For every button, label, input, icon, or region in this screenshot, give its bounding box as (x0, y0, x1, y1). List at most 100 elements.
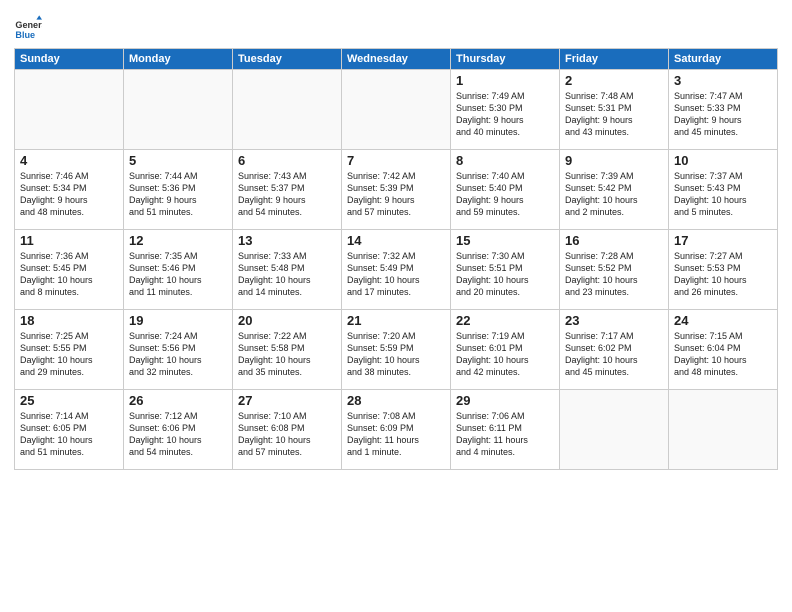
day-number: 13 (238, 233, 336, 248)
calendar-table: SundayMondayTuesdayWednesdayThursdayFrid… (14, 48, 778, 470)
day-number: 23 (565, 313, 663, 328)
calendar-cell: 10Sunrise: 7:37 AM Sunset: 5:43 PM Dayli… (669, 150, 778, 230)
calendar-cell: 29 Sunrise: 7:06 AM Sunset: 6:11 PM Dayli… (451, 390, 560, 470)
day-info: Sunrise: 7:42 AM Sunset: 5:39 PM Dayligh… (347, 170, 445, 219)
calendar-cell: 23 Sunrise: 7:17 AM Sunset: 6:02 PM Dayli… (560, 310, 669, 390)
calendar-cell: 18 Sunrise: 7:25 AM Sunset: 5:55 PM Dayli… (15, 310, 124, 390)
calendar-cell: 13 Sunrise: 7:33 AM Sunset: 5:48 PM Dayli… (233, 230, 342, 310)
day-info: Sunrise: 7:28 AM Sunset: 5:52 PM Dayligh… (565, 250, 663, 299)
day-info: Sunrise: 7:35 AM Sunset: 5:46 PM Dayligh… (129, 250, 227, 299)
logo-icon: General Blue (14, 14, 42, 42)
day-info: Sunrise: 7:33 AM Sunset: 5:48 PM Dayligh… (238, 250, 336, 299)
calendar-week-row: 4Sunrise: 7:46 AM Sunset: 5:34 PM Daylig… (15, 150, 778, 230)
calendar-cell: 26 Sunrise: 7:12 AM Sunset: 6:06 PM Dayli… (124, 390, 233, 470)
day-number: 4 (20, 153, 118, 168)
weekday-header: Tuesday (233, 49, 342, 70)
calendar-cell: 16 Sunrise: 7:28 AM Sunset: 5:52 PM Dayli… (560, 230, 669, 310)
day-info: Sunrise: 7:08 AM Sunset: 6:09 PM Dayligh… (347, 410, 445, 459)
day-info: Sunrise: 7:47 AM Sunset: 5:33 PM Dayligh… (674, 90, 772, 139)
calendar-cell: 6 Sunrise: 7:43 AM Sunset: 5:37 PM Daylig… (233, 150, 342, 230)
day-number: 12 (129, 233, 227, 248)
day-number: 26 (129, 393, 227, 408)
day-number: 6 (238, 153, 336, 168)
weekday-header: Friday (560, 49, 669, 70)
day-number: 28 (347, 393, 445, 408)
day-info: Sunrise: 7:15 AM Sunset: 6:04 PM Dayligh… (674, 330, 772, 379)
calendar-cell: 17 Sunrise: 7:27 AM Sunset: 5:53 PM Dayli… (669, 230, 778, 310)
day-info: Sunrise: 7:48 AM Sunset: 5:31 PM Dayligh… (565, 90, 663, 139)
weekday-header: Wednesday (342, 49, 451, 70)
calendar-week-row: 18 Sunrise: 7:25 AM Sunset: 5:55 PM Dayli… (15, 310, 778, 390)
day-info: Sunrise: 7:40 AM Sunset: 5:40 PM Dayligh… (456, 170, 554, 219)
day-number: 8 (456, 153, 554, 168)
day-info: Sunrise: 7:19 AM Sunset: 6:01 PM Dayligh… (456, 330, 554, 379)
calendar-week-row: 11 Sunrise: 7:36 AM Sunset: 5:45 PM Dayli… (15, 230, 778, 310)
calendar-cell: 1 Sunrise: 7:49 AM Sunset: 5:30 PM Daylig… (451, 70, 560, 150)
day-number: 19 (129, 313, 227, 328)
calendar-cell: 21 Sunrise: 7:20 AM Sunset: 5:59 PM Dayli… (342, 310, 451, 390)
day-info: Sunrise: 7:06 AM Sunset: 6:11 PM Dayligh… (456, 410, 554, 459)
calendar-cell: 20Sunrise: 7:22 AM Sunset: 5:58 PM Dayli… (233, 310, 342, 390)
day-number: 7 (347, 153, 445, 168)
day-info: Sunrise: 7:12 AM Sunset: 6:06 PM Dayligh… (129, 410, 227, 459)
calendar-week-row: 1 Sunrise: 7:49 AM Sunset: 5:30 PM Daylig… (15, 70, 778, 150)
day-number: 20 (238, 313, 336, 328)
day-number: 15 (456, 233, 554, 248)
calendar-cell (669, 390, 778, 470)
svg-text:General: General (15, 20, 42, 30)
day-info: Sunrise: 7:43 AM Sunset: 5:37 PM Dayligh… (238, 170, 336, 219)
svg-text:Blue: Blue (15, 30, 35, 40)
day-info: Sunrise: 7:39 AM Sunset: 5:42 PM Dayligh… (565, 170, 663, 219)
day-info: Sunrise: 7:37 AM Sunset: 5:43 PM Dayligh… (674, 170, 772, 219)
calendar-cell: 12 Sunrise: 7:35 AM Sunset: 5:46 PM Dayli… (124, 230, 233, 310)
day-number: 16 (565, 233, 663, 248)
day-info: Sunrise: 7:27 AM Sunset: 5:53 PM Dayligh… (674, 250, 772, 299)
calendar-cell: 11 Sunrise: 7:36 AM Sunset: 5:45 PM Dayli… (15, 230, 124, 310)
day-number: 21 (347, 313, 445, 328)
calendar-cell: 3 Sunrise: 7:47 AM Sunset: 5:33 PM Daylig… (669, 70, 778, 150)
day-number: 18 (20, 313, 118, 328)
day-number: 2 (565, 73, 663, 88)
day-info: Sunrise: 7:32 AM Sunset: 5:49 PM Dayligh… (347, 250, 445, 299)
day-info: Sunrise: 7:20 AM Sunset: 5:59 PM Dayligh… (347, 330, 445, 379)
page: General Blue SundayMondayTuesdayWednesda… (0, 0, 792, 612)
day-number: 17 (674, 233, 772, 248)
calendar-header-row: SundayMondayTuesdayWednesdayThursdayFrid… (15, 49, 778, 70)
calendar-cell (124, 70, 233, 150)
logo: General Blue (14, 14, 46, 42)
calendar-cell: 15Sunrise: 7:30 AM Sunset: 5:51 PM Dayli… (451, 230, 560, 310)
weekday-header: Monday (124, 49, 233, 70)
day-number: 11 (20, 233, 118, 248)
day-info: Sunrise: 7:36 AM Sunset: 5:45 PM Dayligh… (20, 250, 118, 299)
day-info: Sunrise: 7:17 AM Sunset: 6:02 PM Dayligh… (565, 330, 663, 379)
day-number: 27 (238, 393, 336, 408)
day-info: Sunrise: 7:14 AM Sunset: 6:05 PM Dayligh… (20, 410, 118, 459)
calendar-cell (233, 70, 342, 150)
calendar-cell: 2 Sunrise: 7:48 AM Sunset: 5:31 PM Daylig… (560, 70, 669, 150)
calendar-cell: 25 Sunrise: 7:14 AM Sunset: 6:05 PM Dayli… (15, 390, 124, 470)
calendar-cell: 9 Sunrise: 7:39 AM Sunset: 5:42 PM Daylig… (560, 150, 669, 230)
header: General Blue (14, 10, 778, 42)
day-number: 9 (565, 153, 663, 168)
calendar-cell (15, 70, 124, 150)
day-info: Sunrise: 7:49 AM Sunset: 5:30 PM Dayligh… (456, 90, 554, 139)
calendar-cell: 5 Sunrise: 7:44 AM Sunset: 5:36 PM Daylig… (124, 150, 233, 230)
day-number: 29 (456, 393, 554, 408)
day-info: Sunrise: 7:24 AM Sunset: 5:56 PM Dayligh… (129, 330, 227, 379)
day-info: Sunrise: 7:44 AM Sunset: 5:36 PM Dayligh… (129, 170, 227, 219)
calendar-cell: 14Sunrise: 7:32 AM Sunset: 5:49 PM Dayli… (342, 230, 451, 310)
calendar-cell: 27Sunrise: 7:10 AM Sunset: 6:08 PM Dayli… (233, 390, 342, 470)
day-number: 24 (674, 313, 772, 328)
calendar-cell (342, 70, 451, 150)
calendar-cell: 19 Sunrise: 7:24 AM Sunset: 5:56 PM Dayli… (124, 310, 233, 390)
calendar-week-row: 25 Sunrise: 7:14 AM Sunset: 6:05 PM Dayli… (15, 390, 778, 470)
day-info: Sunrise: 7:25 AM Sunset: 5:55 PM Dayligh… (20, 330, 118, 379)
weekday-header: Thursday (451, 49, 560, 70)
day-number: 1 (456, 73, 554, 88)
day-number: 3 (674, 73, 772, 88)
calendar-cell: 4Sunrise: 7:46 AM Sunset: 5:34 PM Daylig… (15, 150, 124, 230)
day-number: 5 (129, 153, 227, 168)
day-number: 25 (20, 393, 118, 408)
calendar-cell: 7 Sunrise: 7:42 AM Sunset: 5:39 PM Daylig… (342, 150, 451, 230)
calendar-cell (560, 390, 669, 470)
